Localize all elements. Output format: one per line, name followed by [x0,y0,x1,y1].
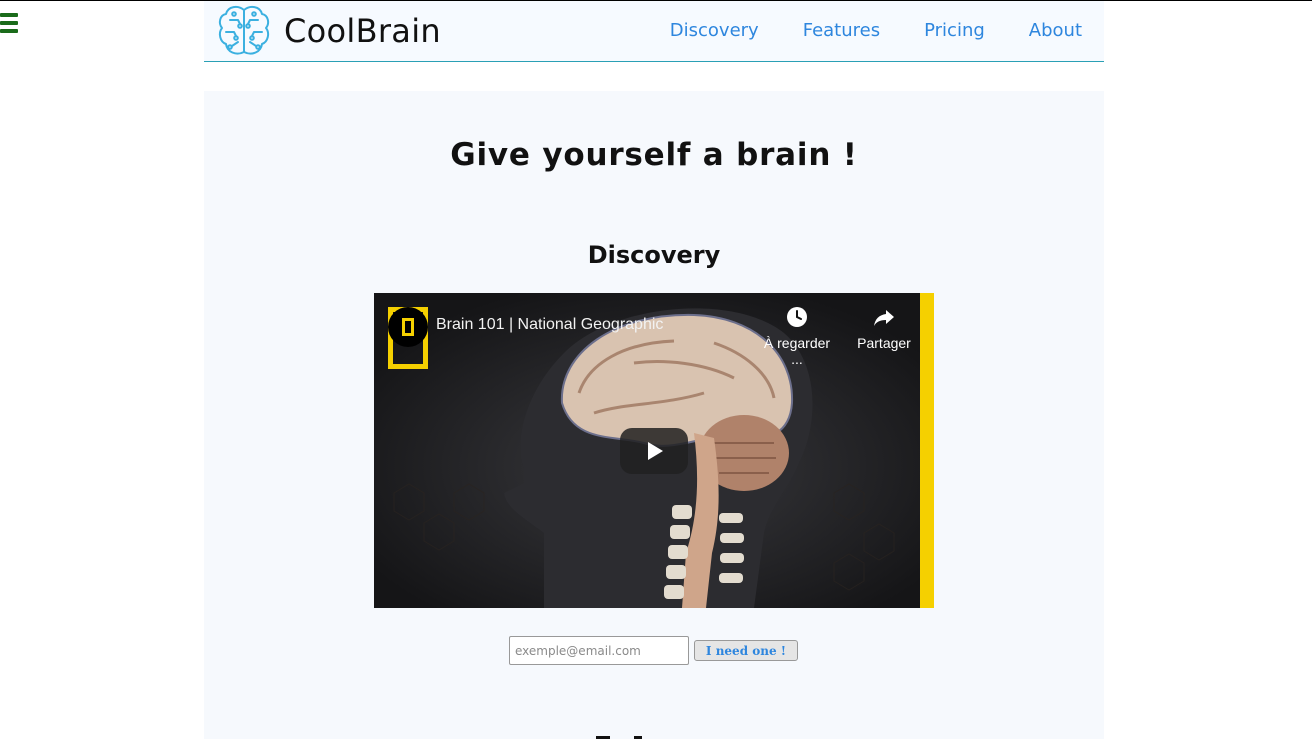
clock-icon [787,307,807,327]
share-arrow-icon [874,310,894,326]
share-label: Partager [857,335,911,351]
play-icon[interactable] [620,428,688,474]
hamburger-menu-icon[interactable] [0,13,18,35]
signup-submit-button[interactable]: I need one ! [694,640,798,661]
discovery-section-title: Discovery [587,241,721,269]
main-content: Give yourself a brain ! Discovery Brain … [204,91,1104,739]
share-button[interactable]: Partager [849,305,919,351]
natgeo-yellow-strip [920,293,934,608]
watch-later-button[interactable]: À regarder ... [762,305,832,367]
site-header: CoolBrain Discovery Features Pricing Abo… [204,1,1104,62]
email-field[interactable] [509,636,689,665]
channel-avatar[interactable] [388,307,428,347]
nav-about-link[interactable]: About [1029,20,1082,41]
nav-pricing-link[interactable]: Pricing [924,20,985,41]
main-nav: Discovery Features Pricing About [670,20,1082,41]
nav-features-link[interactable]: Features [803,20,880,41]
video-player[interactable]: Brain 101 | National Geographic À regard… [374,293,934,608]
brand-name[interactable]: CoolBrain [284,12,441,50]
page-headline: Give yourself a brain ! [450,137,858,173]
video-title[interactable]: Brain 101 | National Geographic [436,316,663,334]
brain-circuit-icon[interactable] [216,2,272,60]
watch-later-label: À regarder ... [763,335,831,367]
nav-discovery-link[interactable]: Discovery [670,20,759,41]
